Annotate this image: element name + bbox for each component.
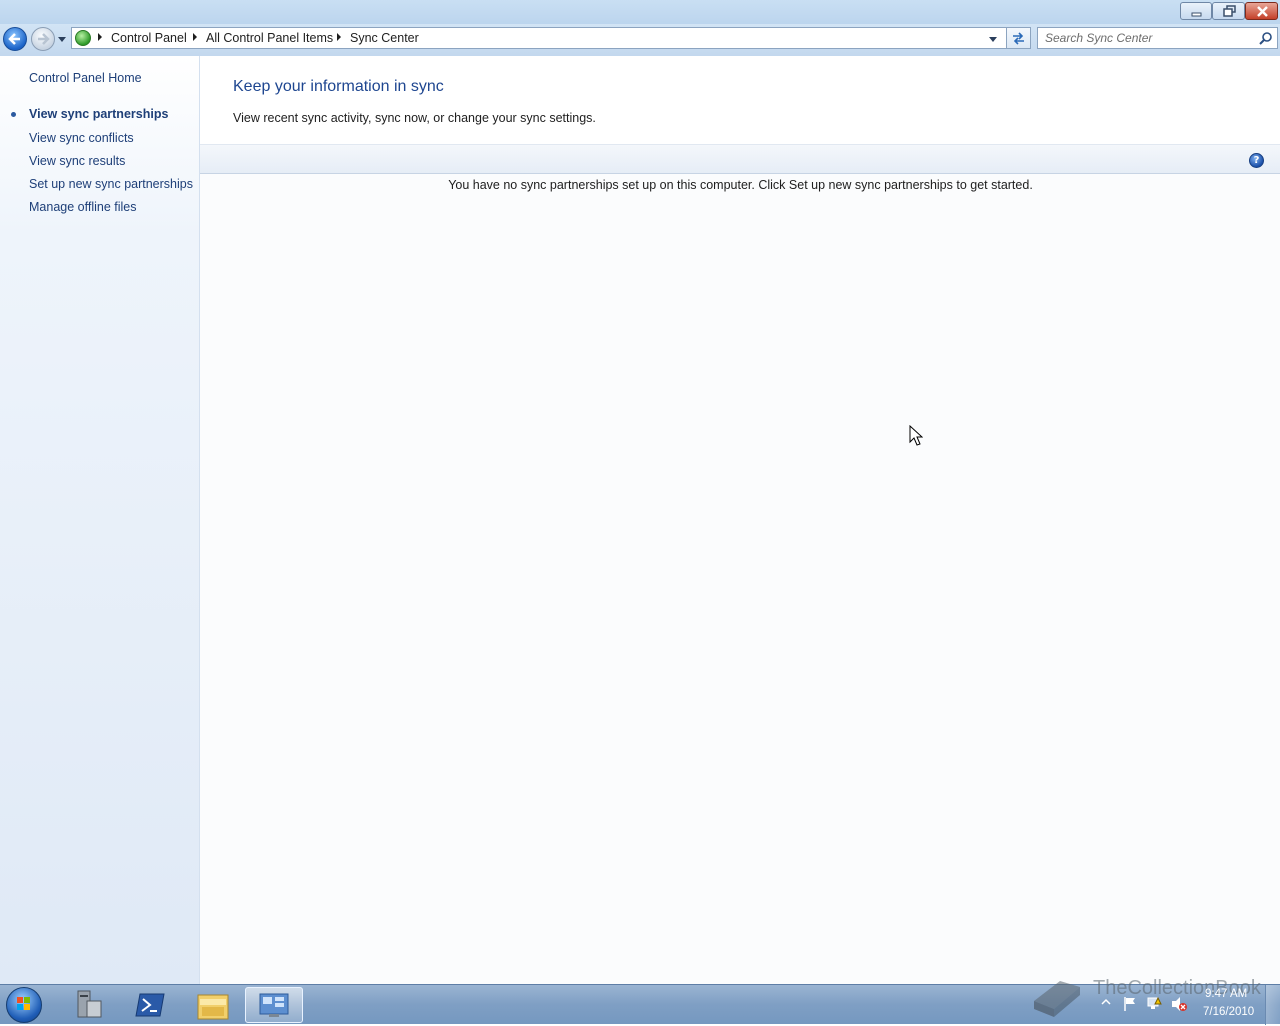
breadcrumb-arrow-icon[interactable] [98,33,102,41]
breadcrumb-sync-center[interactable]: Sync Center [350,31,419,45]
current-page-bullet-icon [11,112,16,117]
header-area: Keep your information in sync View recen… [200,56,1280,144]
taskbar-control-panel[interactable] [245,987,303,1023]
control-panel-icon [259,993,289,1017]
refresh-button[interactable] [1006,27,1031,49]
restore-icon [1223,5,1236,17]
powershell-icon [135,993,165,1017]
view-sync-partnerships-link[interactable]: View sync partnerships [29,107,168,121]
control-panel-home-link[interactable]: Control Panel Home [29,71,142,85]
help-icon[interactable]: ? [1249,153,1264,168]
explorer-icon [197,994,229,1020]
windows-logo-icon [17,997,30,1010]
breadcrumb-control-panel[interactable]: Control Panel [111,31,187,45]
restore-button[interactable] [1212,2,1245,20]
forward-arrow-icon [38,33,50,45]
recent-pages-dropdown-icon[interactable] [57,35,67,43]
address-history-dropdown-icon[interactable] [988,36,998,44]
book-icon [1034,981,1080,1017]
refresh-icon [1013,32,1024,45]
main-content: Keep your information in sync View recen… [200,56,1280,984]
back-arrow-icon [8,33,20,45]
clock-time[interactable]: 9:47 AM [1205,988,1247,1000]
mouse-cursor-icon [909,425,923,446]
search-icon[interactable] [1259,31,1273,45]
breadcrumb-all-items[interactable]: All Control Panel Items [206,31,333,45]
forward-button[interactable] [31,27,55,51]
minimize-button[interactable] [1180,2,1212,20]
volume-muted-icon[interactable] [1170,995,1188,1013]
action-center-flag-icon[interactable] [1122,995,1138,1013]
close-button[interactable] [1245,2,1278,20]
breadcrumb-arrow-icon[interactable] [337,33,341,41]
minimize-icon [1191,12,1202,17]
setup-new-sync-partnerships-link[interactable]: Set up new sync partnerships [29,177,193,191]
view-sync-results-link[interactable]: View sync results [29,154,125,168]
breadcrumb-arrow-icon[interactable] [193,33,197,41]
title-bar [0,0,1280,24]
clock-date[interactable]: 7/16/2010 [1203,1006,1254,1018]
taskbar: TheCollectionBook 9:47 AM 7/16/2010 [0,977,1280,1025]
page-title: Keep your information in sync [233,78,444,95]
task-pane: Control Panel Home View sync partnership… [0,56,200,984]
command-toolbar: ? [200,144,1280,174]
back-button[interactable] [3,27,27,51]
network-warning-icon[interactable] [1146,995,1164,1013]
show-hidden-icons-icon[interactable] [1100,997,1112,1007]
search-placeholder: Search Sync Center [1045,31,1153,45]
manage-offline-files-link[interactable]: Manage offline files [29,200,136,214]
empty-partnerships-message: You have no sync partnerships set up on … [448,178,1033,192]
address-bar[interactable]: Control Panel All Control Panel Items Sy… [71,27,1031,49]
taskbar-explorer[interactable] [184,987,242,1023]
sync-center-icon [75,30,91,46]
taskbar-server-manager[interactable] [60,987,118,1023]
show-desktop-button[interactable] [1265,985,1280,1025]
start-button[interactable] [6,987,42,1023]
close-icon [1257,6,1268,17]
taskbar-powershell[interactable] [122,987,180,1023]
server-manager-icon [77,990,102,1018]
view-sync-conflicts-link[interactable]: View sync conflicts [29,131,134,145]
page-description: View recent sync activity, sync now, or … [233,111,596,125]
search-box[interactable]: Search Sync Center [1037,27,1278,49]
